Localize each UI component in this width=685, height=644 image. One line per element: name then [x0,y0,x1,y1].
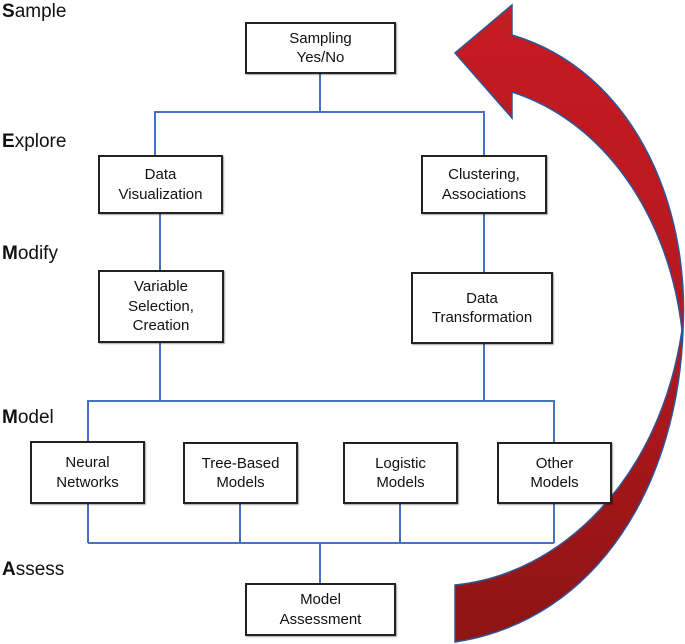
connector-model-bus [87,400,555,442]
node-label: Logistic Models [375,454,426,492]
phase-initial: E [2,131,15,152]
node-label: Model Assessment [279,591,362,628]
node-label: Data Transformation [431,289,533,327]
phase-label-modify: Modify [2,244,58,263]
node-label: Sampling Yes/No [289,29,352,67]
node-sampling: Sampling Yes/No [245,22,396,74]
node-label: Variable Selection, Creation [128,278,194,335]
phase-label-sample: Sample [2,2,66,21]
phase-initial: M [2,407,18,428]
phase-initial: S [2,1,15,22]
node-logistic-models: Logistic Models [343,442,458,504]
phase-rest: ssess [15,559,65,580]
phase-rest: xplore [14,131,67,152]
node-label: Neural Networks [56,454,119,491]
phase-label-explore: Explore [2,132,66,151]
phase-initial: A [2,559,16,580]
node-other-models: Other Models [497,442,612,504]
node-label: Data Visualization [118,166,203,203]
semma-diagram: Sample Explore Modify Model Assess Sampl… [0,0,685,644]
node-data-visualization: Data Visualization [98,155,223,214]
node-model-assessment: Model Assessment [245,583,396,636]
node-variable-selection: Variable Selection, Creation [98,270,224,343]
connector-explore-bus [154,111,485,156]
phase-label-assess: Assess [2,560,64,579]
phase-label-model: Model [2,408,54,427]
node-label: Other Models [530,454,579,492]
node-tree-based-models: Tree-Based Models [183,442,298,504]
phase-rest: odify [17,243,58,264]
node-data-transformation: Data Transformation [411,272,553,344]
node-label: Tree-Based Models [201,454,280,492]
phase-rest: ample [14,1,67,22]
node-neural-networks: Neural Networks [30,441,145,504]
phase-rest: odel [17,407,54,428]
node-clustering-associations: Clustering, Associations [421,155,547,214]
node-label: Clustering, Associations [441,166,527,203]
phase-initial: M [2,243,18,264]
